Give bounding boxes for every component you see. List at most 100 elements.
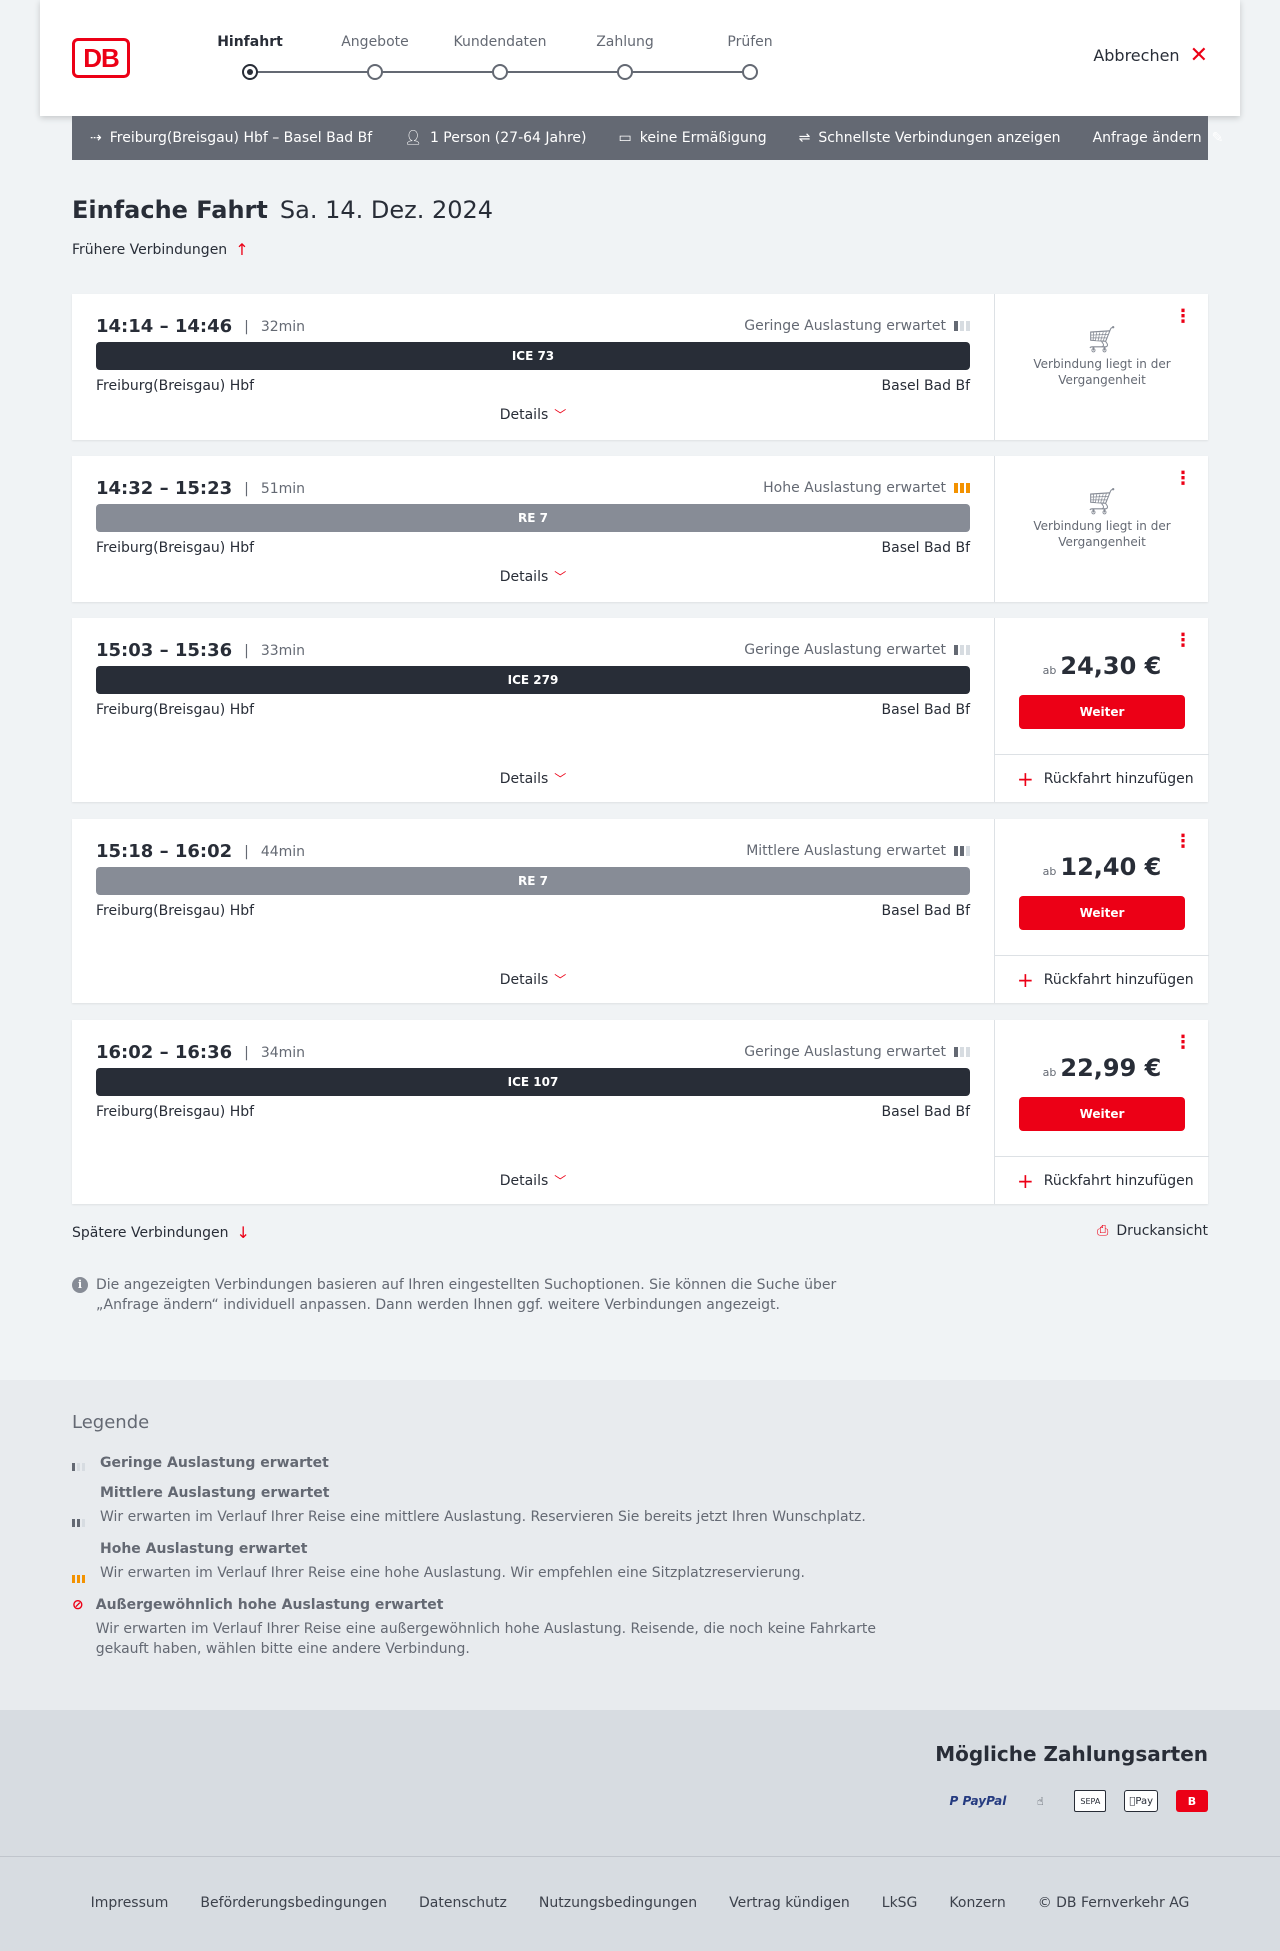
time-range: 14:14 – 14:46 [96, 316, 233, 337]
footer-link-konzern[interactable]: Konzern [949, 1895, 1005, 1911]
continue-button[interactable]: Weiter [1019, 695, 1185, 729]
info-text: Die angezeigten Verbindungen basieren au… [96, 1277, 837, 1313]
legend-head: Geringe Auslastung erwartet [100, 1455, 329, 1471]
details-toggle[interactable]: Details ﹀ [72, 770, 994, 787]
price-value: 22,99 € [1060, 1054, 1162, 1082]
connection-info: 14:14 – 14:46 | 32min Geringe Auslastung… [72, 294, 994, 440]
train-bar[interactable]: ICE 73 [96, 342, 970, 370]
contactless-card-icon: ☝︎ [1036, 1794, 1044, 1808]
continue-button[interactable]: Weiter [1019, 1097, 1185, 1131]
more-options-icon[interactable]: ⋮ [1174, 632, 1192, 650]
plus-icon: + [1017, 1168, 1034, 1193]
cart-unavailable-icon: 🛒︎ [1085, 487, 1119, 517]
info-notice: i Die angezeigten Verbindungen basieren … [72, 1275, 862, 1315]
footer-link-datenschutz[interactable]: Datenschutz [419, 1895, 507, 1911]
connection-times: 15:18 – 16:02 | 44min [96, 841, 305, 862]
plus-icon: + [1017, 766, 1034, 791]
details-toggle[interactable]: Details ﹀ [72, 1172, 994, 1189]
arrival-station: Basel Bad Bf [881, 540, 970, 556]
footer-link-impressum[interactable]: Impressum [91, 1895, 169, 1911]
duration: 33min [260, 642, 306, 659]
connection-card: 16:02 – 16:36 | 34min Geringe Auslastung… [72, 1020, 1209, 1204]
departure-station: Freiburg(Breisgau) Hbf [96, 903, 255, 919]
details-toggle[interactable]: Details ﹀ [72, 568, 994, 585]
print-label: Druckansicht [1116, 1223, 1208, 1239]
footer-link-befoerderung[interactable]: Beförderungsbedingungen [200, 1895, 387, 1911]
medium-load-icon [954, 846, 970, 856]
db-logo[interactable]: DB [72, 38, 130, 78]
details-toggle[interactable]: Details ﹀ [72, 971, 994, 988]
step-dot-zahlung [617, 64, 633, 80]
footer-link-kuendigen[interactable]: Vertrag kündigen [729, 1895, 850, 1911]
later-connections-button[interactable]: Spätere Verbindungen ↓ [72, 1223, 250, 1242]
legend-item-low: Geringe Auslastung erwartet [72, 1455, 892, 1471]
arrival-station: Basel Bad Bf [881, 702, 970, 718]
step-dot-kundendaten [492, 64, 508, 80]
arrow-down-icon: ↓ [236, 1223, 250, 1242]
change-request-button[interactable]: Anfrage ändern ✎ [1093, 130, 1224, 146]
add-return-button[interactable]: + Rückfahrt hinzufügen [995, 1156, 1209, 1204]
past-text: Verbindung liegt in der Vergangenheit [1033, 519, 1171, 549]
more-options-icon[interactable]: ⋮ [1174, 1034, 1192, 1052]
legend-content: Legende Geringe Auslastung erwartet Mitt… [72, 1412, 892, 1673]
load-indicator: Geringe Auslastung erwartet [744, 1044, 970, 1060]
sepa-icon: SEPA [1074, 1790, 1107, 1812]
apple-pay-label: Pay [1133, 1795, 1153, 1807]
details-label: Details [499, 771, 549, 787]
add-return-label: Rückfahrt hinzufügen [1043, 770, 1194, 787]
footer-link-lksg[interactable]: LkSG [882, 1895, 918, 1911]
train-bar[interactable]: RE 7 [96, 867, 970, 895]
connection-times: 16:02 – 16:36 | 34min [96, 1042, 305, 1063]
change-request-label: Anfrage ändern [1092, 130, 1202, 146]
separator: | [244, 480, 249, 497]
connection-info: 15:03 – 15:36 | 33min Geringe Auslastung… [72, 618, 994, 802]
progress-steps: Hinfahrt Angebote Kundendaten Zahlung Pr… [190, 34, 773, 84]
footer-link-nutzung[interactable]: Nutzungsbedingungen [539, 1895, 697, 1911]
legend-item-extreme: ⊘ Außergewöhnlich hohe Auslastung erwart… [72, 1597, 892, 1659]
load-indicator: Geringe Auslastung erwartet [744, 642, 970, 658]
add-return-label: Rückfahrt hinzufügen [1043, 971, 1194, 988]
arrival-station: Basel Bad Bf [881, 1104, 970, 1120]
arrival-station: Basel Bad Bf [881, 378, 970, 394]
legend-text: Wir erwarten im Verlauf Ihrer Reise eine… [95, 1621, 876, 1657]
high-load-icon [954, 483, 970, 493]
person-icon: 👤︎ [404, 130, 422, 146]
earlier-connections-button[interactable]: Frühere Verbindungen ↑ [72, 240, 1208, 259]
continue-button[interactable]: Weiter [1019, 896, 1185, 930]
more-options-icon[interactable]: ⋮ [1174, 833, 1192, 851]
connection-info: 15:18 – 16:02 | 44min Mittlere Auslastun… [72, 819, 994, 1003]
apple-pay-icon: Pay [1124, 1790, 1158, 1812]
connection-card: 14:14 – 14:46 | 32min Geringe Auslastung… [72, 294, 1208, 440]
step-kundendaten: Kundendaten [453, 34, 547, 50]
connection-info: 14:32 – 15:23 | 51min Hohe Auslastung er… [72, 456, 994, 602]
time-range: 14:32 – 15:23 [96, 478, 233, 499]
printer-icon: ⎙ [1097, 1223, 1109, 1239]
train-bar[interactable]: ICE 279 [96, 666, 970, 694]
more-options-icon[interactable]: ⋮ [1174, 308, 1192, 326]
train-bar[interactable]: ICE 107 [96, 1068, 970, 1096]
travel-date: Sa. 14. Dez. 2024 [279, 196, 494, 224]
details-toggle[interactable]: Details ﹀ [72, 406, 994, 423]
add-return-button[interactable]: + Rückfahrt hinzufügen [995, 955, 1209, 1003]
chevron-down-icon: ﹀ [554, 570, 567, 584]
offer-panel: ⋮ ab 22,99 € Weiter + Rückfahrt hinzufüge… [994, 1020, 1209, 1204]
separator: | [244, 318, 249, 335]
footer-links: Impressum Beförderungsbedingungen Datens… [0, 1895, 1280, 1911]
card-icon: ▭ [618, 130, 632, 146]
route-text: Freiburg(Breisgau) Hbf – Basel Bad Bf [109, 130, 373, 146]
page-title: Einfache Fahrt [72, 196, 268, 224]
duration: 32min [260, 318, 306, 335]
separator: | [244, 642, 249, 659]
past-notice: 🛒︎ Verbindung liegt in der Vergangenheit [995, 327, 1209, 388]
add-return-button[interactable]: + Rückfahrt hinzufügen [995, 754, 1209, 802]
load-text: Geringe Auslastung erwartet [744, 1044, 946, 1060]
train-bar[interactable]: RE 7 [96, 504, 970, 532]
print-view-button[interactable]: ⎙ Druckansicht [1097, 1223, 1208, 1239]
low-load-icon [72, 1458, 88, 1471]
details-label: Details [499, 407, 549, 423]
duration: 44min [260, 843, 306, 860]
more-options-icon[interactable]: ⋮ [1174, 470, 1192, 488]
step-hinfahrt: Hinfahrt [217, 34, 283, 50]
legend-item-high: Hohe Auslastung erwartet Wir erwarten im… [72, 1541, 892, 1583]
cancel-button[interactable]: Abbrechen ✕ [1093, 44, 1208, 66]
